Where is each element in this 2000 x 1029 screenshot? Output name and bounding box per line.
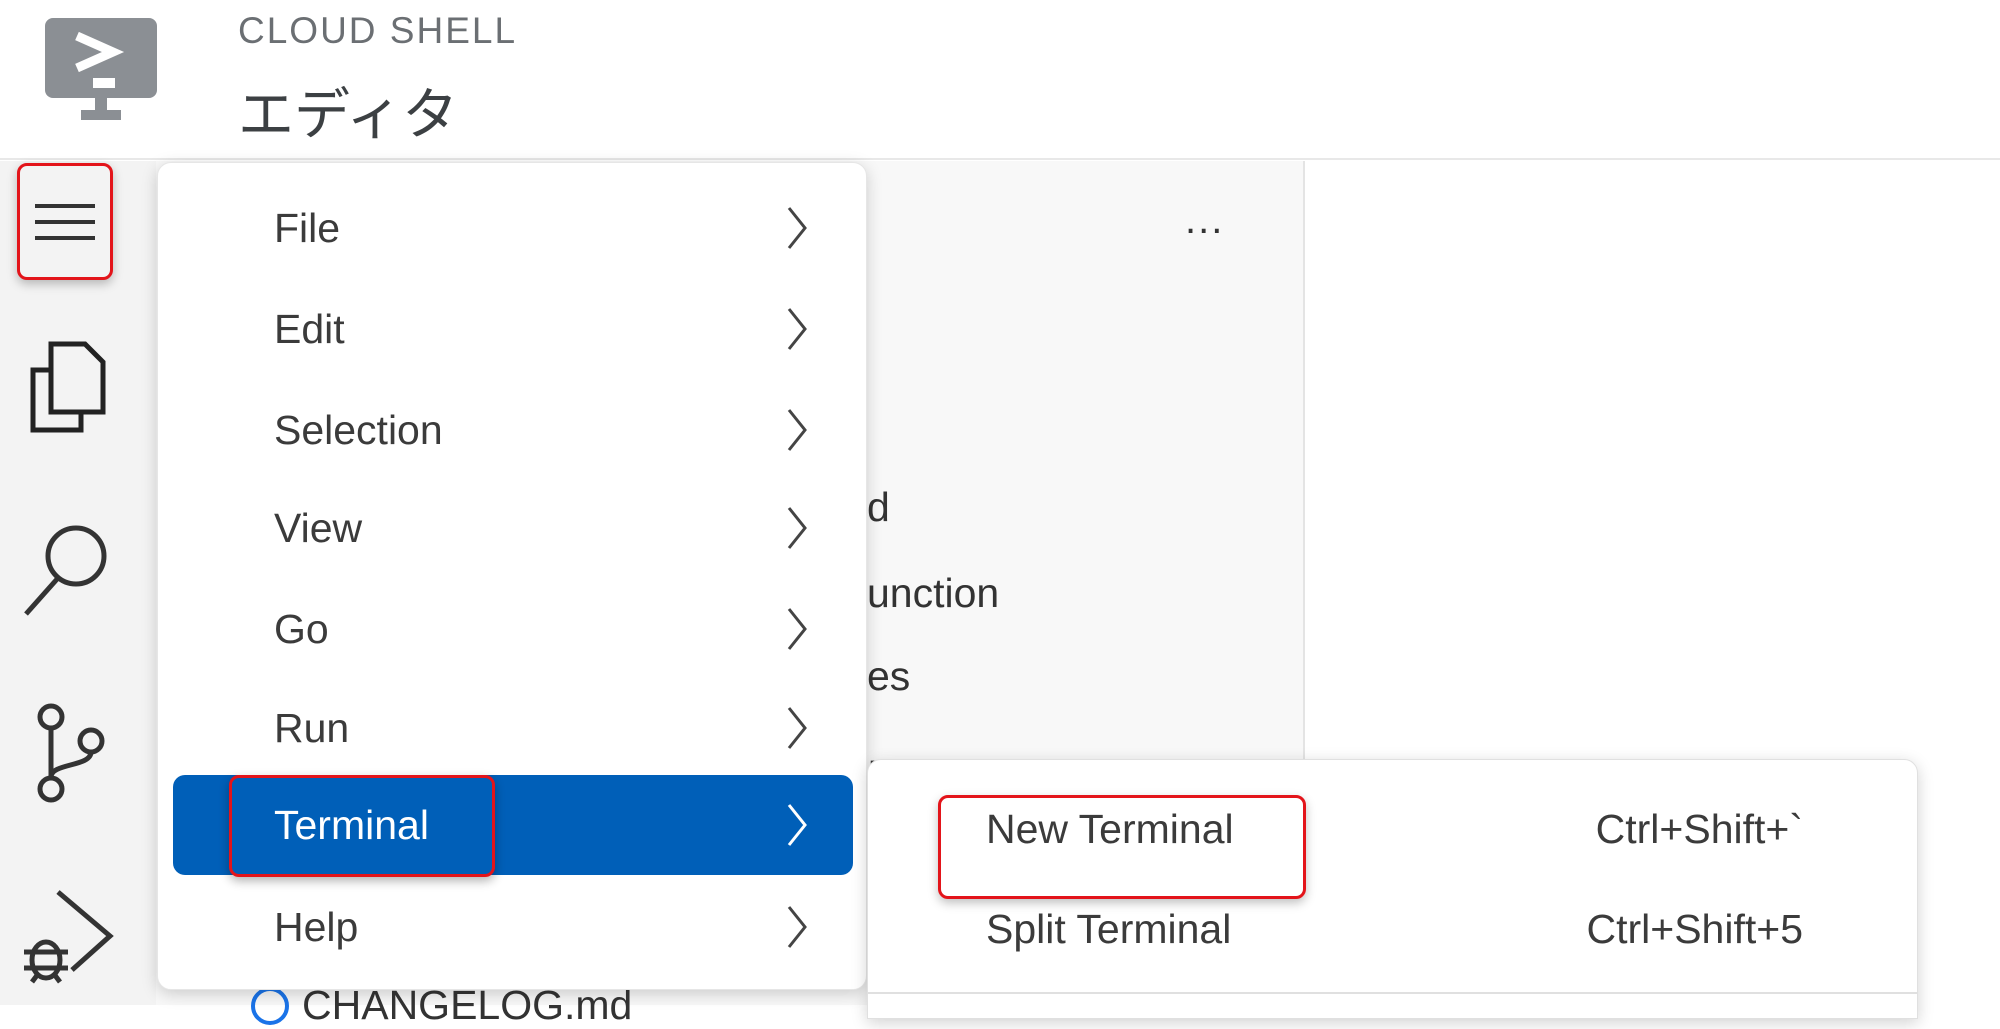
chevron-right-icon xyxy=(787,207,807,249)
source-control-icon[interactable] xyxy=(18,703,118,803)
chevron-right-icon xyxy=(787,409,807,451)
menu-item-label: Help xyxy=(274,903,359,950)
menu-item-run[interactable]: Run xyxy=(173,678,853,778)
main-menu: File Edit Selection View Go Run Terminal… xyxy=(157,162,867,990)
info-icon xyxy=(251,986,289,1025)
menu-item-label: File xyxy=(274,204,341,251)
chevron-right-icon xyxy=(787,507,807,549)
search-icon[interactable] xyxy=(18,518,118,618)
chevron-right-icon xyxy=(787,308,807,350)
background-text: es xyxy=(867,653,911,699)
keyboard-shortcut: Ctrl+Shift+` xyxy=(1595,806,1803,852)
menu-item-label: Edit xyxy=(274,305,345,352)
menu-item-label: Selection xyxy=(274,406,443,453)
menu-icon xyxy=(35,203,95,240)
menu-item-file[interactable]: File xyxy=(173,178,853,278)
menu-item-help[interactable]: Help xyxy=(173,877,853,977)
run-debug-icon[interactable] xyxy=(18,886,118,986)
menu-item-view[interactable]: View xyxy=(173,478,853,578)
header: CLOUD SHELL エディタ xyxy=(0,0,2000,160)
submenu-item-new-terminal[interactable]: New Terminal Ctrl+Shift+` xyxy=(868,778,1918,899)
background-text: unction xyxy=(867,570,1000,616)
page-title: エディタ xyxy=(238,83,459,146)
chevron-right-icon xyxy=(787,608,807,650)
menu-item-terminal[interactable]: Terminal xyxy=(173,775,853,877)
terminal-submenu: New Terminal Ctrl+Shift+` Split Terminal… xyxy=(867,759,1918,1019)
keyboard-shortcut: Ctrl+Shift+5 xyxy=(1586,906,1804,952)
menu-item-label: Run xyxy=(274,704,350,751)
background-text: d xyxy=(867,484,890,530)
explorer-icon[interactable] xyxy=(18,336,118,436)
menu-item-label: Go xyxy=(274,605,329,652)
brand-label: CLOUD SHELL xyxy=(238,10,518,51)
submenu-item-label: Split Terminal xyxy=(986,906,1232,952)
menu-button[interactable] xyxy=(17,163,113,280)
menu-separator xyxy=(868,992,1918,994)
menu-item-label: View xyxy=(274,504,363,551)
menu-item-go[interactable]: Go xyxy=(173,579,853,679)
submenu-item-label: New Terminal xyxy=(986,806,1234,852)
menu-item-label: Terminal xyxy=(274,801,429,848)
chevron-right-icon xyxy=(787,906,807,948)
menu-item-selection[interactable]: Selection xyxy=(173,380,853,480)
menu-item-edit[interactable]: Edit xyxy=(173,279,853,379)
chevron-right-icon xyxy=(787,707,807,749)
more-actions-button[interactable]: ... xyxy=(1185,198,1224,243)
submenu-item-split-terminal[interactable]: Split Terminal Ctrl+Shift+5 xyxy=(868,878,1918,978)
chevron-right-icon xyxy=(787,804,807,846)
terminal-monitor-icon xyxy=(45,18,157,122)
